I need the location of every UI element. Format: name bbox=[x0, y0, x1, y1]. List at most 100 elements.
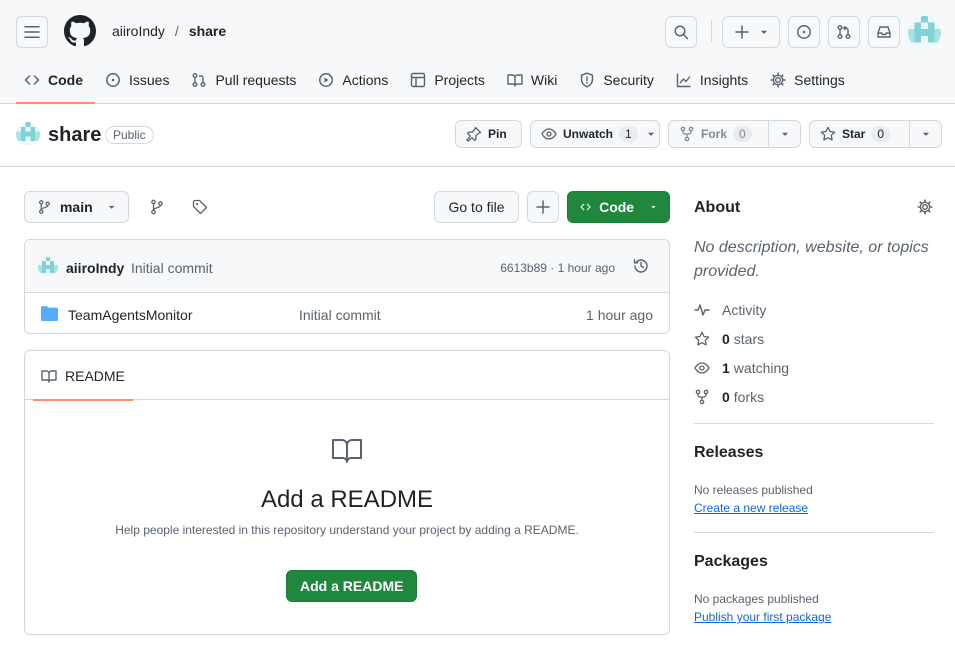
activity-label: Activity bbox=[722, 302, 767, 318]
play-icon bbox=[319, 73, 334, 87]
file-row[interactable]: TeamAgentsMonitor Initial commit 1 hour … bbox=[25, 293, 669, 333]
unwatch-button[interactable]: Unwatch 1 bbox=[531, 121, 644, 147]
pull-request-icon bbox=[192, 73, 206, 87]
commit-history-button[interactable] bbox=[633, 258, 649, 274]
stars-link[interactable]: 0 stars bbox=[694, 331, 764, 347]
tab-actions-label: Actions bbox=[342, 72, 389, 88]
git-branch-icon bbox=[39, 200, 50, 214]
forks-label: forks bbox=[733, 389, 765, 405]
create-release-link[interactable]: Create a new release bbox=[694, 501, 808, 515]
triangle-down-icon bbox=[648, 132, 655, 136]
search-button[interactable] bbox=[665, 16, 697, 48]
breadcrumb-repo[interactable]: share bbox=[189, 23, 226, 39]
readme-empty-title: Add a README bbox=[260, 486, 434, 513]
repo-name[interactable]: share bbox=[48, 124, 101, 147]
graph-icon bbox=[676, 73, 691, 88]
git-branch-icon bbox=[151, 199, 163, 215]
tab-code[interactable]: Code bbox=[16, 58, 95, 104]
tab-issues-label: Issues bbox=[129, 72, 170, 88]
tab-wiki-label: Wiki bbox=[530, 72, 558, 88]
latest-commit-row: aiiroIndy Initial commit 6613b89 · 1 hou… bbox=[25, 240, 669, 293]
tab-pull-requests[interactable]: Pull requests bbox=[183, 58, 308, 102]
file-name[interactable]: TeamAgentsMonitor bbox=[68, 307, 193, 323]
visibility-badge: Public bbox=[105, 126, 154, 144]
branches-button[interactable] bbox=[141, 191, 173, 223]
fork-button-group: Fork 0 bbox=[668, 120, 801, 148]
tab-projects[interactable]: Projects bbox=[402, 58, 497, 102]
releases-empty-text: No releases published bbox=[694, 483, 813, 497]
code-dropdown-button[interactable]: Code bbox=[567, 191, 670, 223]
add-file-button[interactable] bbox=[527, 191, 559, 223]
code-icon bbox=[24, 75, 40, 85]
about-heading: About bbox=[694, 199, 741, 216]
inbox-button[interactable] bbox=[868, 16, 900, 48]
header-divider bbox=[711, 20, 712, 42]
repo-nav-tabs: Code Issues Pull requests Actions Projec… bbox=[16, 58, 859, 104]
triangle-down-icon bbox=[108, 205, 115, 209]
hamburger-icon bbox=[24, 26, 40, 38]
pull-requests-button[interactable] bbox=[828, 16, 860, 48]
stars-label: stars bbox=[733, 331, 765, 347]
table-icon bbox=[411, 72, 426, 88]
go-to-file-button[interactable]: Go to file bbox=[434, 191, 519, 223]
sidebar-divider bbox=[694, 423, 934, 424]
commit-author[interactable]: aiiroIndy bbox=[66, 260, 124, 276]
tags-button[interactable] bbox=[184, 191, 216, 223]
forks-count: 0 bbox=[722, 389, 730, 405]
forks-link[interactable]: 0 forks bbox=[694, 389, 764, 405]
menu-button[interactable] bbox=[16, 16, 48, 48]
add-readme-button[interactable]: Add a README bbox=[286, 570, 418, 602]
file-commit-message[interactable]: Initial commit bbox=[299, 307, 381, 323]
star-dropdown[interactable] bbox=[909, 121, 941, 147]
tab-wiki[interactable]: Wiki bbox=[499, 58, 569, 102]
history-icon bbox=[633, 259, 648, 273]
gear-icon bbox=[770, 72, 786, 88]
book-icon bbox=[507, 74, 523, 87]
repo-owner-avatar[interactable] bbox=[16, 122, 40, 146]
pin-button[interactable]: Pin bbox=[455, 120, 522, 148]
breadcrumb-owner[interactable]: aiiroIndy bbox=[112, 23, 165, 39]
tab-issues[interactable]: Issues bbox=[97, 58, 181, 102]
tab-insights[interactable]: Insights bbox=[668, 58, 760, 102]
star-button[interactable]: Star 0 bbox=[810, 121, 909, 147]
git-pull-request-icon bbox=[837, 25, 851, 39]
folder-icon bbox=[41, 306, 58, 321]
watch-dropdown[interactable] bbox=[644, 121, 659, 147]
code-button-label: Code bbox=[599, 199, 635, 215]
tab-settings[interactable]: Settings bbox=[762, 58, 857, 102]
commit-author-avatar[interactable] bbox=[38, 257, 58, 277]
commit-message[interactable]: Initial commit bbox=[131, 260, 213, 276]
edit-about-button[interactable] bbox=[917, 199, 933, 215]
sidebar-divider bbox=[694, 532, 934, 533]
fork-dropdown[interactable] bbox=[768, 121, 800, 147]
repo-title-bar: share Public Pin Unwatch 1 Fork 0 Star 0 bbox=[0, 104, 955, 167]
publish-package-link[interactable]: Publish your first package bbox=[694, 610, 831, 624]
packages-heading[interactable]: Packages bbox=[694, 553, 768, 571]
fork-button[interactable]: Fork 0 bbox=[669, 121, 768, 147]
inbox-icon bbox=[877, 26, 891, 38]
tab-security[interactable]: Security bbox=[571, 58, 666, 102]
packages-empty-text: No packages published bbox=[694, 592, 819, 606]
tab-actions[interactable]: Actions bbox=[310, 58, 400, 102]
user-avatar[interactable] bbox=[908, 16, 941, 49]
watching-link[interactable]: 1 watching bbox=[694, 360, 789, 376]
releases-heading[interactable]: Releases bbox=[694, 444, 763, 462]
tag-icon bbox=[192, 199, 208, 215]
create-new-button[interactable] bbox=[722, 16, 780, 48]
plus-icon bbox=[536, 200, 550, 214]
breadcrumb-separator: / bbox=[174, 23, 179, 39]
readme-header: README bbox=[25, 351, 669, 401]
commit-meta[interactable]: 6613b89 · 1 hour ago bbox=[500, 261, 615, 275]
pin-icon bbox=[466, 126, 482, 142]
issues-button[interactable] bbox=[788, 16, 820, 48]
eye-icon bbox=[541, 128, 557, 140]
pulse-icon bbox=[694, 304, 710, 316]
readme-tab[interactable]: README bbox=[33, 351, 133, 401]
star-icon bbox=[694, 331, 710, 346]
breadcrumb: aiiroIndy / share bbox=[112, 23, 226, 39]
branch-select-button[interactable]: main bbox=[24, 191, 129, 223]
github-logo-icon[interactable] bbox=[64, 15, 96, 47]
readme-empty-description: Help people interested in this repositor… bbox=[115, 523, 579, 537]
activity-link[interactable]: Activity bbox=[694, 302, 766, 318]
watch-count: 1 bbox=[619, 126, 638, 142]
